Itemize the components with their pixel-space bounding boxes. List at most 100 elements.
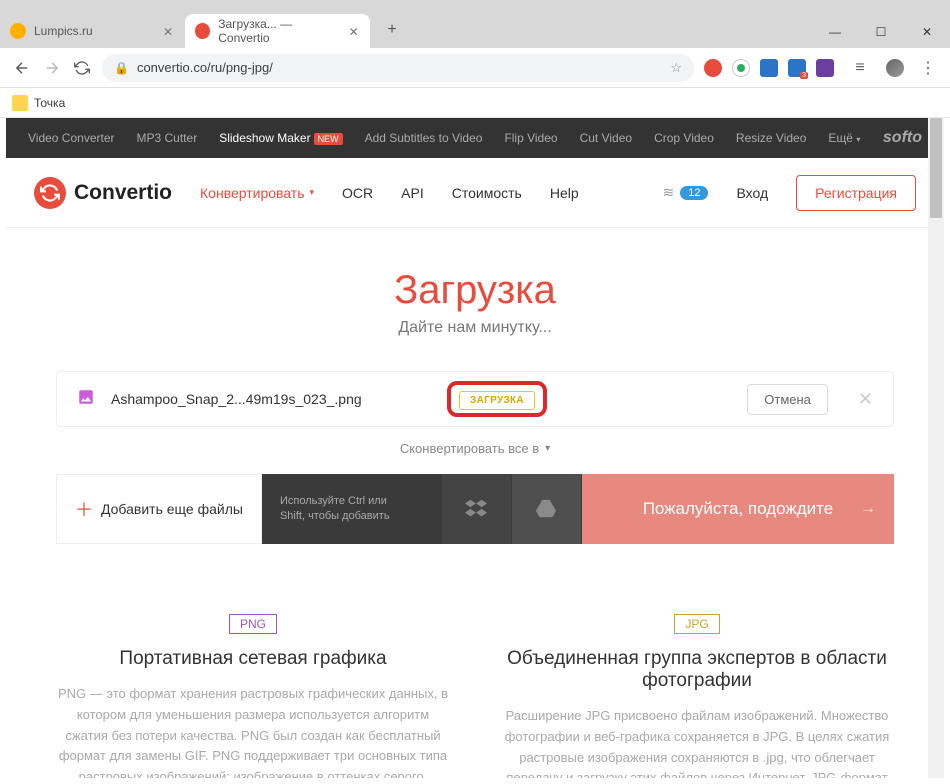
credits-indicator[interactable]: ≋ 12	[663, 184, 709, 201]
nav-ocr[interactable]: OCR	[342, 185, 373, 201]
nav-pricing[interactable]: Стоимость	[452, 185, 522, 201]
credits-badge: 12	[680, 186, 708, 200]
chevron-down-icon: ▾	[545, 443, 550, 454]
logo-icon	[34, 177, 66, 209]
bookmark-label: Точка	[34, 96, 65, 110]
window-close-button[interactable]: ✕	[904, 16, 950, 48]
arrow-right-icon: →	[860, 500, 876, 518]
wait-label: Пожалуйста, подождите	[643, 499, 834, 519]
nav-login[interactable]: Вход	[736, 185, 768, 201]
softo-toolbar: Video Converter MP3 Cutter Slideshow Mak…	[6, 118, 944, 158]
convert-all-label: Сконвертировать все в	[400, 441, 539, 456]
url-input[interactable]: 🔒 convertio.co/ru/png-jpg/ ☆	[102, 54, 694, 82]
reload-button[interactable]	[72, 58, 92, 78]
dropbox-icon	[465, 498, 487, 520]
browser-tab-active[interactable]: Загрузка... — Convertio ✕	[185, 14, 370, 48]
toolbar-link[interactable]: Slideshow Maker NEW	[219, 131, 342, 145]
toolbar-link-more[interactable]: Ещё ▾	[828, 131, 860, 145]
hero-section: Загрузка Дайте нам минутку...	[6, 228, 944, 357]
brand-text: Convertio	[74, 181, 172, 205]
extension-icon[interactable]	[760, 59, 778, 77]
status-badge: ЗАГРУЗКА	[459, 391, 535, 410]
add-more-button[interactable]: ＋ Добавить еще файлы	[56, 474, 262, 544]
favicon-icon	[195, 23, 210, 39]
info-col-jpg: JPG Объединенная группа экспертов в обла…	[500, 614, 894, 778]
toolbar-label: Slideshow Maker	[219, 131, 310, 145]
highlight-annotation: ЗАГРУЗКА	[447, 381, 547, 417]
star-icon[interactable]: ☆	[670, 60, 682, 76]
toolbar-link[interactable]: Flip Video	[504, 131, 557, 145]
page-content: Video Converter MP3 Cutter Slideshow Mak…	[6, 118, 944, 778]
favicon-icon	[10, 23, 26, 39]
close-icon[interactable]: ✕	[858, 389, 873, 410]
file-row: Ashampoo_Snap_2...49m19s_023_.png ЗАГРУЗ…	[56, 371, 894, 427]
cancel-button[interactable]: Отмена	[747, 384, 828, 415]
toolbar-link[interactable]: Add Subtitles to Video	[365, 131, 483, 145]
extension-icon[interactable]	[816, 59, 834, 77]
info-title: Объединенная группа экспертов в области …	[500, 648, 894, 692]
lock-icon: 🔒	[114, 61, 129, 75]
info-title: Портативная сетевая графика	[56, 648, 450, 670]
toolbar-link[interactable]: Crop Video	[654, 131, 714, 145]
reading-list-icon[interactable]: ≡	[850, 58, 870, 78]
info-col-png: PNG Портативная сетевая графика PNG — эт…	[56, 614, 450, 778]
scrollbar[interactable]	[928, 118, 944, 778]
dropbox-button[interactable]	[442, 474, 512, 544]
file-name: Ashampoo_Snap_2...49m19s_023_.png	[111, 391, 401, 407]
nav-api[interactable]: API	[401, 185, 424, 201]
toolbar-link[interactable]: Cut Video	[580, 131, 632, 145]
wait-button: Пожалуйста, подождите →	[582, 474, 894, 544]
layers-icon: ≋	[663, 184, 675, 201]
close-icon[interactable]: ✕	[163, 25, 175, 37]
more-label: Ещё	[828, 131, 853, 145]
folder-icon	[12, 95, 28, 111]
info-text: PNG — это формат хранения растровых граф…	[56, 684, 450, 778]
extension-icon[interactable]: 3	[788, 59, 806, 77]
format-badge-png: PNG	[229, 614, 277, 634]
extension-icon[interactable]	[732, 59, 750, 77]
info-columns: PNG Портативная сетевая графика PNG — эт…	[56, 614, 894, 778]
toolbar-link[interactable]: Resize Video	[736, 131, 807, 145]
menu-button[interactable]: ⋮	[918, 58, 938, 78]
bookmark-item[interactable]: Точка	[12, 95, 65, 111]
back-button[interactable]	[12, 58, 32, 78]
hint-line: Используйте Ctrl или	[280, 494, 424, 509]
register-button[interactable]: Регистрация	[796, 175, 916, 211]
tab-title: Загрузка... — Convertio	[218, 17, 340, 45]
window-controls: — ☐ ✕	[812, 16, 950, 48]
add-more-label: Добавить еще файлы	[101, 501, 243, 517]
browser-titlebar: Lumpics.ru ✕ Загрузка... — Convertio ✕ +…	[0, 0, 950, 48]
forward-button	[42, 58, 62, 78]
add-hint: Используйте Ctrl или Shift, чтобы добави…	[262, 474, 442, 544]
extension-icons: 3 ≡ ⋮	[704, 58, 938, 78]
action-row: ＋ Добавить еще файлы Используйте Ctrl ил…	[56, 474, 894, 544]
url-text: convertio.co/ru/png-jpg/	[137, 60, 273, 75]
chevron-down-icon: ▾	[856, 135, 860, 144]
toolbar-link[interactable]: MP3 Cutter	[137, 131, 198, 145]
format-badge-jpg: JPG	[674, 614, 719, 634]
address-bar: 🔒 convertio.co/ru/png-jpg/ ☆ 3 ≡ ⋮	[0, 48, 950, 88]
image-icon	[77, 388, 95, 411]
google-drive-button[interactable]	[512, 474, 582, 544]
scroll-thumb[interactable]	[930, 118, 942, 218]
chevron-down-icon: ▾	[310, 187, 315, 198]
softo-brand[interactable]: softo	[883, 129, 922, 147]
new-badge: NEW	[314, 133, 343, 145]
convert-all-selector[interactable]: Сконвертировать все в ▾	[6, 441, 944, 456]
tab-title: Lumpics.ru	[34, 24, 93, 38]
close-icon[interactable]: ✕	[349, 25, 360, 37]
avatar-icon[interactable]	[886, 59, 904, 77]
logo[interactable]: Convertio	[34, 177, 172, 209]
page-title: Загрузка	[6, 268, 944, 313]
maximize-button[interactable]: ☐	[858, 16, 904, 48]
main-nav: Convertio Конвертировать ▾ OCR API Стоим…	[6, 158, 944, 228]
google-drive-icon	[535, 498, 557, 520]
bookmarks-bar: Точка	[0, 88, 950, 118]
browser-tab-inactive[interactable]: Lumpics.ru ✕	[0, 14, 185, 48]
minimize-button[interactable]: —	[812, 16, 858, 48]
extension-icon[interactable]	[704, 59, 722, 77]
toolbar-link[interactable]: Video Converter	[28, 131, 115, 145]
nav-help[interactable]: Help	[550, 185, 579, 201]
nav-convert-dropdown[interactable]: Конвертировать ▾	[200, 185, 314, 201]
new-tab-button[interactable]: +	[378, 16, 406, 44]
